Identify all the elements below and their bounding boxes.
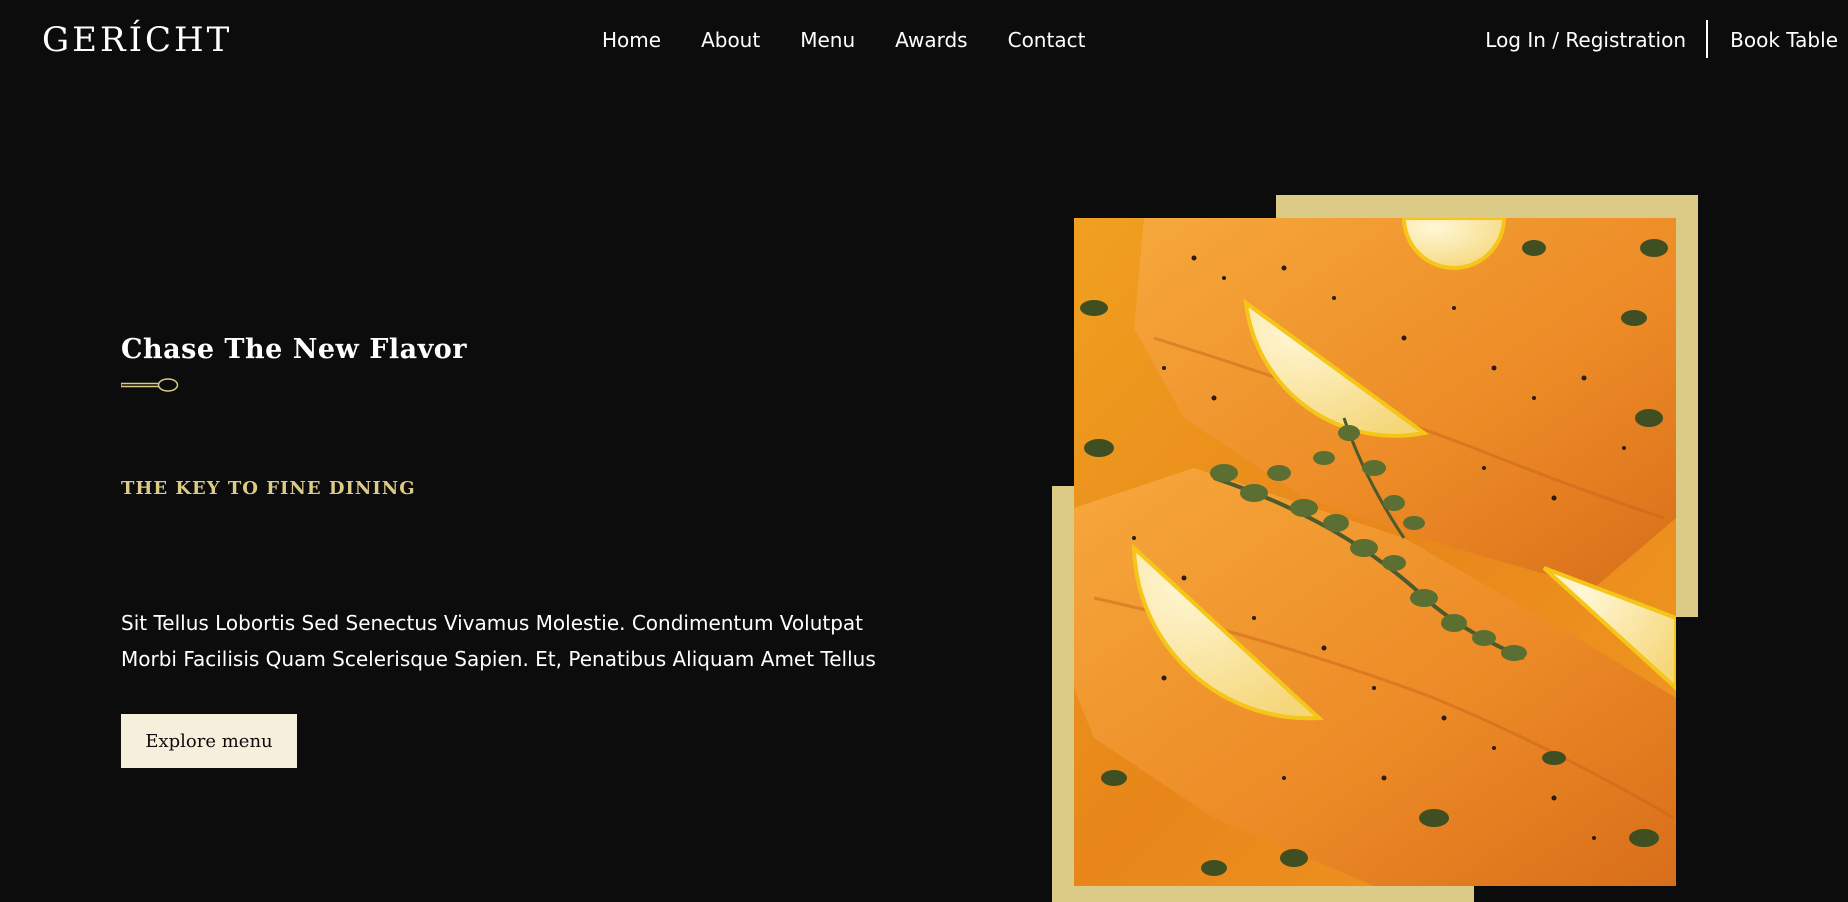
nav-link-awards[interactable]: Awards [895, 28, 967, 52]
login-registration-link[interactable]: Log In / Registration [1485, 26, 1686, 54]
salmon-dish-image [1074, 218, 1676, 886]
salmon-illustration [1074, 218, 1676, 886]
hero-heading: Chase The New Flavor [121, 334, 468, 365]
nav-link-about[interactable]: About [701, 28, 760, 52]
book-table-link[interactable]: Book Table [1730, 26, 1838, 54]
nav-link-menu[interactable]: Menu [800, 28, 855, 52]
nav-item-awards: Awards [895, 26, 967, 54]
nav-link-contact[interactable]: Contact [1008, 28, 1086, 52]
explore-menu-button[interactable]: Explore menu [121, 714, 297, 768]
logo[interactable]: GERÍCHT [42, 16, 232, 64]
nav-item-about: About [701, 26, 760, 54]
nav-item-contact: Contact [1008, 26, 1086, 54]
navbar: GERÍCHT Home About Menu Awards Contact L… [0, 0, 1848, 80]
hero-description: Sit Tellus Lobortis Sed Senectus Vivamus… [121, 611, 876, 671]
hero-subtitle: THE KEY TO FINE DINING [121, 478, 416, 499]
spoon-icon [121, 378, 179, 392]
nav-divider [1706, 20, 1708, 58]
nav-links: Home About Menu Awards Contact [602, 26, 1085, 54]
nav-item-home: Home [602, 26, 661, 54]
nav-item-menu: Menu [800, 26, 855, 54]
nav-link-home[interactable]: Home [602, 28, 661, 52]
